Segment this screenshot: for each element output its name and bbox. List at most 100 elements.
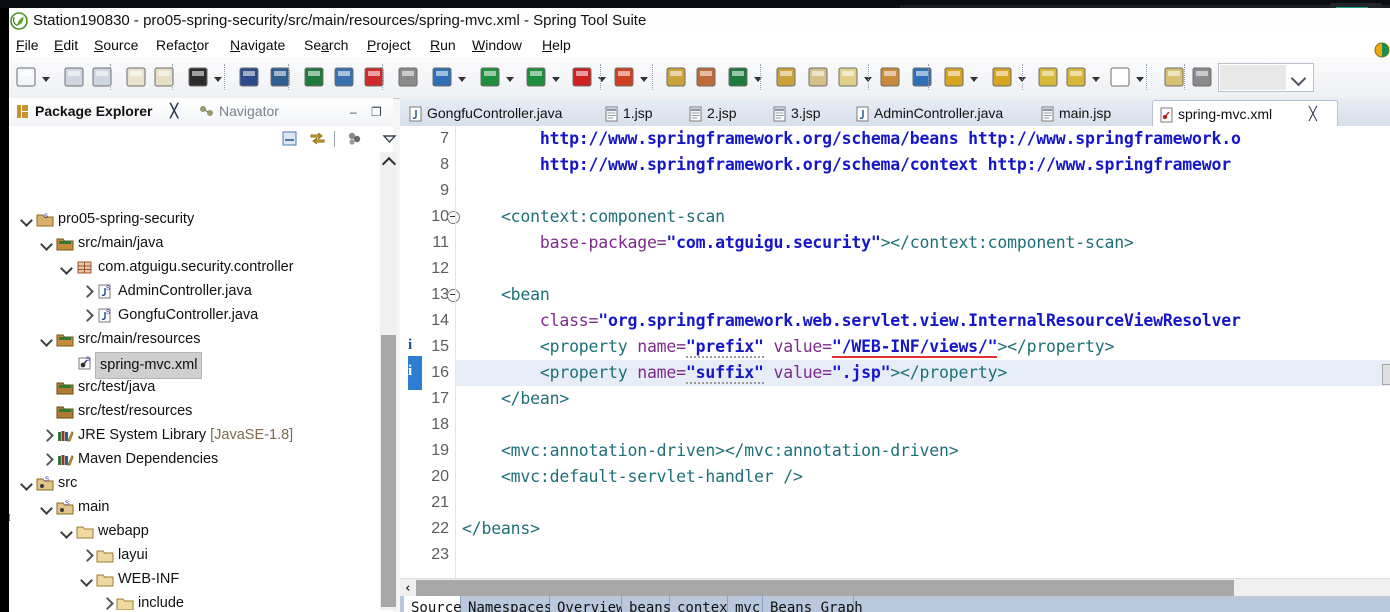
keypad-icon[interactable] bbox=[1190, 65, 1214, 92]
page-tab-context[interactable]: context bbox=[670, 596, 736, 612]
perspective-globe-icon[interactable] bbox=[1374, 42, 1390, 58]
chevron-down-icon[interactable] bbox=[60, 256, 74, 279]
chevron-down-icon[interactable] bbox=[1092, 77, 1100, 82]
run-boot-icon[interactable] bbox=[524, 65, 548, 92]
menu-item-navigate[interactable]: Navigate bbox=[226, 35, 289, 55]
close-icon[interactable]: ╳ bbox=[170, 103, 178, 119]
editor-gutter[interactable]: 7 8 9 10 11 12 13 14 15 i 16 i 17 18 19 20 21 22 23 bbox=[400, 126, 460, 612]
chevron-down-icon[interactable] bbox=[214, 77, 222, 82]
editor-tab-3-jsp[interactable]: 3.jsp bbox=[772, 101, 844, 126]
chevron-down-icon[interactable] bbox=[1136, 77, 1144, 82]
chevron-right-icon[interactable] bbox=[80, 544, 94, 567]
source-editor[interactable]: 7 8 9 10 11 12 13 14 15 i 16 i 17 18 19 20 21 22 23 http:/… bbox=[400, 126, 1390, 612]
chevron-right-icon[interactable] bbox=[40, 424, 54, 447]
save-icon[interactable] bbox=[62, 65, 86, 92]
tree-scrollbar[interactable] bbox=[380, 152, 397, 610]
view-menu-icon[interactable] bbox=[381, 130, 398, 150]
run-icon[interactable] bbox=[478, 65, 502, 92]
page-tab-beans[interactable]: beans bbox=[622, 596, 671, 612]
chevron-right-icon[interactable] bbox=[80, 280, 94, 303]
collapse-all-icon[interactable] bbox=[281, 130, 298, 150]
chevron-down-icon[interactable] bbox=[42, 77, 50, 82]
menu-item-project[interactable]: Project bbox=[363, 35, 415, 55]
project-tree[interactable]: Spro05-spring-security src/main/java com.a… bbox=[10, 152, 380, 610]
page-tab-namespaces[interactable]: Namespaces bbox=[461, 596, 552, 612]
chevron-down-icon[interactable] bbox=[970, 77, 978, 82]
next-annotation-icon[interactable] bbox=[942, 65, 966, 92]
open-resource-icon[interactable] bbox=[774, 65, 798, 92]
code-line-15[interactable]: <property name="prefix" value="/WEB-INF/… bbox=[462, 334, 1114, 360]
terminate-icon[interactable] bbox=[570, 65, 594, 92]
code-line-17[interactable]: </bean> bbox=[462, 386, 569, 412]
back-icon[interactable] bbox=[1036, 65, 1060, 92]
web-browser-icon[interactable] bbox=[910, 65, 934, 92]
page-tab-beans-graph[interactable]: Beans Graph bbox=[763, 596, 863, 612]
editor-tab-gongfucontroller-java[interactable]: GongfuController.java bbox=[408, 101, 588, 126]
chevron-down-icon[interactable] bbox=[40, 232, 54, 255]
code-line-20[interactable]: <mvc:default-servlet-handler /> bbox=[462, 464, 803, 490]
chevron-down-icon[interactable] bbox=[40, 328, 54, 351]
new-package-icon[interactable] bbox=[694, 65, 718, 92]
code-line-22[interactable]: </beans> bbox=[462, 516, 540, 542]
editor-tab-1-jsp[interactable]: 1.jsp bbox=[604, 101, 676, 126]
debug-icon[interactable] bbox=[430, 65, 454, 92]
menu-item-file[interactable]: File bbox=[12, 35, 43, 55]
editor-tab-spring-mvc-xml[interactable]: spring-mvc.xml ╳ bbox=[1152, 100, 1338, 128]
fold-toggle-icon[interactable] bbox=[447, 211, 460, 224]
scroll-left-icon[interactable]: ‹ bbox=[404, 581, 412, 596]
fold-toggle-icon[interactable] bbox=[447, 289, 460, 302]
code-line-13[interactable]: <bean bbox=[462, 282, 550, 308]
open-type-icon[interactable] bbox=[332, 65, 356, 92]
scroll-up-icon[interactable] bbox=[380, 152, 397, 169]
focus-on-active-task-icon[interactable] bbox=[346, 130, 363, 150]
menu-item-source[interactable]: Source bbox=[90, 35, 142, 55]
chevron-down-icon[interactable] bbox=[20, 472, 34, 495]
chevron-down-icon[interactable] bbox=[458, 77, 466, 82]
open-console-icon[interactable] bbox=[237, 65, 261, 92]
editor-horizontal-scrollbar[interactable]: ‹ bbox=[400, 578, 1390, 597]
code-line-11[interactable]: base-package="com.atguigu.security"></co… bbox=[462, 230, 1134, 256]
run-server-icon[interactable] bbox=[612, 65, 636, 92]
menu-item-window[interactable]: Window bbox=[468, 35, 526, 55]
info-marker-icon[interactable]: i bbox=[408, 363, 412, 380]
boot-dashboard-icon[interactable] bbox=[302, 65, 326, 92]
maximize-view-button[interactable]: ❐ bbox=[371, 105, 382, 119]
chevron-right-icon[interactable] bbox=[80, 304, 94, 327]
link-with-editor-icon[interactable] bbox=[309, 130, 326, 150]
chevron-down-icon[interactable] bbox=[40, 496, 54, 519]
close-icon[interactable]: ╳ bbox=[1309, 101, 1317, 127]
chevron-down-icon[interactable] bbox=[640, 77, 648, 82]
new-wizard-icon[interactable] bbox=[14, 65, 38, 92]
editor-tab-2-jsp[interactable]: 2.jsp bbox=[688, 101, 760, 126]
code-line-14[interactable]: class="org.springframework.web.servlet.v… bbox=[462, 308, 1241, 334]
code-line-7[interactable]: http://www.springframework.org/schema/be… bbox=[462, 126, 1241, 152]
editor-tab-admincontroller-java[interactable]: AdminController.java bbox=[855, 101, 1027, 126]
chevron-down-icon[interactable] bbox=[80, 568, 94, 591]
menu-item-search[interactable]: Search bbox=[300, 35, 352, 55]
pin-editor-icon[interactable] bbox=[1162, 65, 1186, 92]
menu-item-help[interactable]: Help bbox=[538, 35, 575, 55]
forward-icon[interactable] bbox=[1108, 65, 1132, 92]
chevron-down-icon[interactable] bbox=[60, 520, 74, 543]
code-line-19[interactable]: <mvc:annotation-driven></mvc:annotation-… bbox=[462, 438, 959, 464]
new-server-icon[interactable] bbox=[664, 65, 688, 92]
page-tab-mvc[interactable]: mvc bbox=[728, 596, 763, 612]
open-folder-icon[interactable] bbox=[878, 65, 902, 92]
code-line-10[interactable]: <context:component-scan bbox=[462, 204, 725, 230]
chevron-right-icon[interactable] bbox=[40, 448, 54, 471]
minimize-view-button[interactable]: – bbox=[350, 105, 357, 119]
menu-item-edit[interactable]: Edit bbox=[50, 35, 82, 55]
tree-scrollbar-thumb[interactable] bbox=[381, 335, 396, 607]
chevron-down-icon[interactable] bbox=[506, 77, 514, 82]
chevron-down-icon[interactable] bbox=[20, 208, 34, 231]
new-spring-bean-icon[interactable] bbox=[726, 65, 750, 92]
edit-pencil-icon[interactable] bbox=[836, 65, 860, 92]
hscrollbar-thumb[interactable] bbox=[416, 580, 1234, 596]
code-line-16[interactable]: <property name="suffix" value=".jsp"></p… bbox=[462, 360, 1007, 386]
chevron-right-icon[interactable] bbox=[100, 592, 114, 610]
editor-tab-main-jsp[interactable]: main.jsp bbox=[1040, 101, 1136, 126]
toolbar-combo[interactable] bbox=[1218, 63, 1314, 92]
back-history-icon[interactable] bbox=[1064, 65, 1088, 92]
info-marker-icon[interactable]: i bbox=[408, 337, 412, 354]
prev-annotation-icon[interactable] bbox=[990, 65, 1014, 92]
